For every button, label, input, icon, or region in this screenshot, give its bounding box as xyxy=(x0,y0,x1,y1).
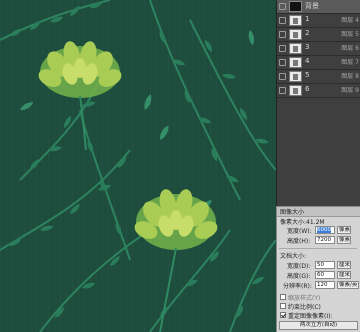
visibility-eye-icon[interactable] xyxy=(279,73,286,80)
doc-height-unit-select[interactable]: 厘米 xyxy=(337,271,351,279)
resolution-unit-select[interactable]: 像素/英寸 xyxy=(337,281,359,289)
pixel-height-label: 高度(H): xyxy=(287,238,311,245)
pixel-height-input[interactable]: 7200 xyxy=(315,236,335,244)
resample-checkbox[interactable] xyxy=(280,312,286,318)
layer-suffix: 图层 8 xyxy=(341,73,359,80)
visibility-eye-icon[interactable] xyxy=(279,87,286,94)
layer-row[interactable]: 2 图层 5 xyxy=(277,28,360,42)
doc-height-label: 高度(G): xyxy=(287,273,311,280)
doc-width-input[interactable]: 50 xyxy=(315,261,335,269)
layer-thumbnail xyxy=(289,57,302,68)
scale-styles-checkbox[interactable] xyxy=(280,294,286,300)
visibility-eye-icon[interactable] xyxy=(279,31,286,38)
layer-name: 6 xyxy=(305,85,310,93)
layer-row[interactable]: 6 图层 9 xyxy=(277,84,360,98)
visibility-eye-icon[interactable] xyxy=(279,59,286,66)
layers-panel: 背景 1 图层 4 2 图层 5 3 图层 6 4 图层 7 5 图层 8 6 … xyxy=(276,0,360,206)
layer-row[interactable]: 1 图层 4 xyxy=(277,14,360,28)
visibility-eye-icon[interactable] xyxy=(279,3,286,10)
visibility-eye-icon[interactable] xyxy=(279,17,286,24)
resample-label: 重定图像像素(I): xyxy=(288,313,333,320)
photoshop-window: 背景 1 图层 4 2 图层 5 3 图层 6 4 图层 7 5 图层 8 6 … xyxy=(0,0,360,332)
pixel-width-input[interactable]: 6000 xyxy=(315,226,335,234)
pixel-height-unit-select[interactable]: 像素 xyxy=(337,236,351,244)
layer-row[interactable]: 5 图层 8 xyxy=(277,70,360,84)
doc-width-unit-select[interactable]: 厘米 xyxy=(337,261,351,269)
layer-thumbnail xyxy=(289,85,302,96)
layer-thumbnail xyxy=(289,71,302,82)
layer-thumbnail xyxy=(289,1,302,12)
layer-name: 1 xyxy=(305,15,310,23)
layer-row-background[interactable]: 背景 xyxy=(277,0,360,14)
constrain-proportions-label: 约束比例(C) xyxy=(288,304,321,311)
pixel-width-unit-select[interactable]: 像素 xyxy=(337,226,351,234)
layer-row[interactable]: 4 图层 7 xyxy=(277,56,360,70)
constrain-proportions-checkbox[interactable] xyxy=(280,303,286,309)
floral-pattern-image xyxy=(0,0,276,332)
layer-thumbnail xyxy=(289,29,302,40)
dialog-title-bar[interactable]: 图像大小 xyxy=(277,207,360,217)
resolution-label: 分辨率(R): xyxy=(283,283,312,290)
doc-size-label: 文档大小: xyxy=(280,253,307,260)
image-size-dialog: 图像大小 像素大小:41.2M 宽度(W): 6000 像素 高度(H): 72… xyxy=(276,206,360,332)
doc-width-label: 宽度(D): xyxy=(287,263,311,270)
visibility-eye-icon[interactable] xyxy=(279,45,286,52)
document-canvas[interactable] xyxy=(0,0,276,332)
resample-method-select[interactable]: 两次立方(自动) xyxy=(279,321,358,330)
layer-suffix: 图层 4 xyxy=(341,17,359,24)
layer-thumbnail xyxy=(289,15,302,26)
layer-name: 2 xyxy=(305,29,310,37)
layer-thumbnail xyxy=(289,43,302,54)
scale-styles-label: 缩放样式(Y) xyxy=(288,295,321,302)
layer-name: 背景 xyxy=(305,2,319,10)
layer-name: 4 xyxy=(305,57,310,65)
divider xyxy=(279,248,357,249)
doc-height-input[interactable]: 60 xyxy=(315,271,335,279)
layer-suffix: 图层 5 xyxy=(341,31,359,38)
layer-row[interactable]: 3 图层 6 xyxy=(277,42,360,56)
layer-suffix: 图层 6 xyxy=(341,45,359,52)
layer-name: 5 xyxy=(305,71,310,79)
pixel-size-label: 像素大小:41.2M xyxy=(280,219,325,226)
layer-suffix: 图层 9 xyxy=(341,87,359,94)
resolution-input[interactable]: 120 xyxy=(315,281,335,289)
pixel-width-label: 宽度(W): xyxy=(287,228,312,235)
layer-name: 3 xyxy=(305,43,310,51)
layer-suffix: 图层 7 xyxy=(341,59,359,66)
dialog-title: 图像大小 xyxy=(280,209,305,216)
